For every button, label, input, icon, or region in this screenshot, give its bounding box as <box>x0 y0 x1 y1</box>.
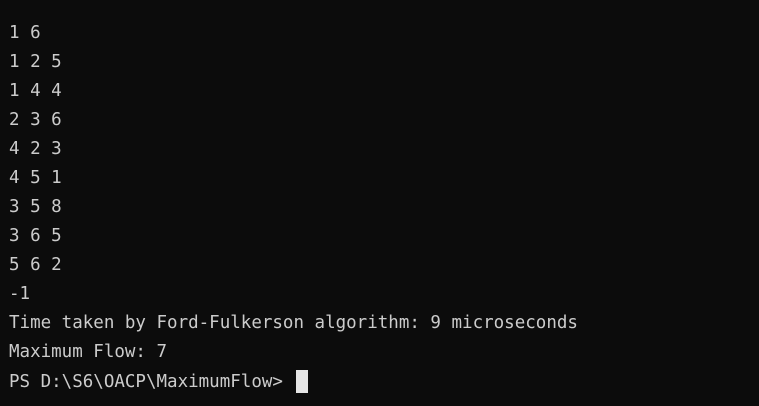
output-line-edge: 3 6 5 <box>9 226 62 246</box>
output-line-edge: 2 3 6 <box>9 110 62 130</box>
prompt-text: PS D:\S6\OACP\MaximumFlow> <box>9 371 294 392</box>
text-cursor <box>296 370 309 393</box>
output-line-maximum-flow: Maximum Flow: 7 <box>9 342 168 362</box>
output-line-edge: 1 2 5 <box>9 52 62 72</box>
output-line-terminator: -1 <box>9 284 31 304</box>
output-line-edge: 1 4 4 <box>9 81 62 101</box>
command-prompt[interactable]: PS D:\S6\OACP\MaximumFlow> <box>9 367 759 396</box>
output-line-edge: 4 2 3 <box>9 139 62 159</box>
output-line-time-taken: Time taken by Ford-Fulkerson algorithm: … <box>9 313 578 333</box>
output-line-edge: 4 5 1 <box>9 168 62 188</box>
output-line-edge: 5 6 2 <box>9 255 62 275</box>
terminal-window[interactable]: 1 6 1 2 5 1 4 4 2 3 6 4 2 3 4 5 1 3 5 8 … <box>0 0 759 406</box>
output-line-edge: 3 5 8 <box>9 197 62 217</box>
output-line-input-header: 1 6 <box>9 23 41 43</box>
